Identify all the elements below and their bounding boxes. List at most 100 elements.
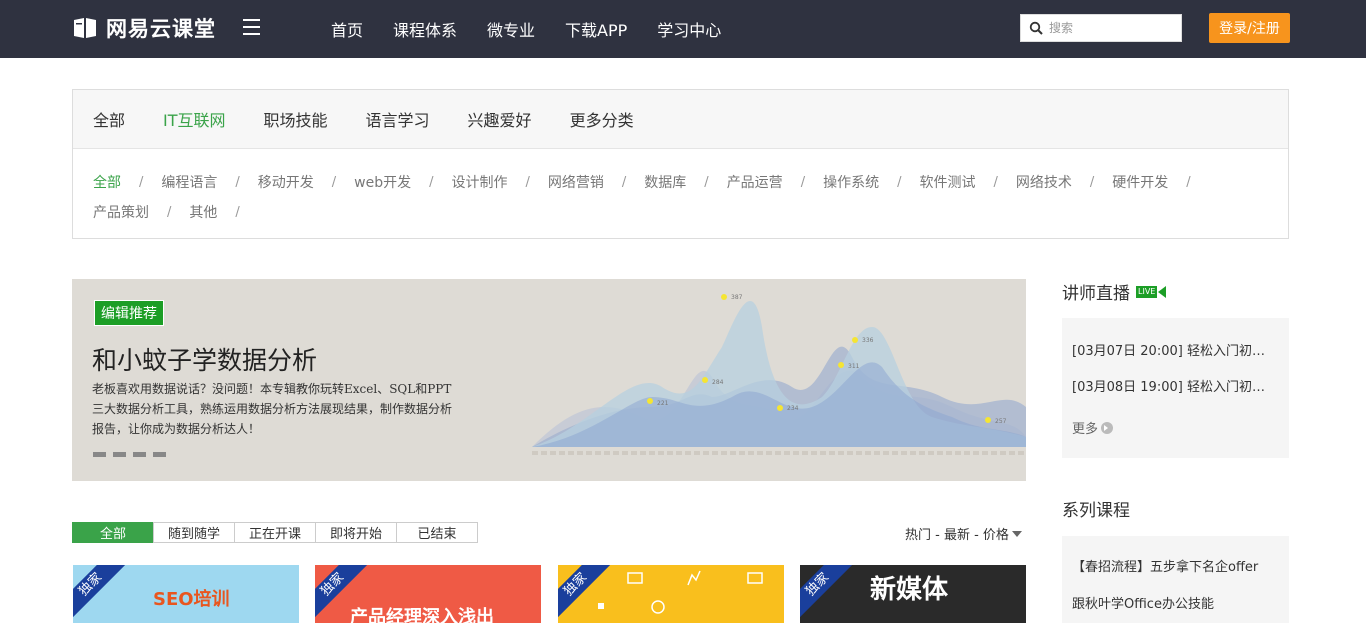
carousel-dot[interactable] <box>133 452 146 457</box>
main-categories: 全部 IT互联网 职场技能 语言学习 兴趣爱好 更多分类 <box>73 90 1288 149</box>
chart-point-label: 221 <box>657 400 669 407</box>
live-item[interactable]: [03月08日 19:00] 轻松入门初级会计 <box>1072 376 1272 395</box>
tab-ongoing[interactable]: 正在开课 <box>234 522 316 543</box>
separator: / <box>621 175 627 190</box>
tab-ended[interactable]: 已结束 <box>396 522 478 543</box>
nav-micro-major[interactable]: 微专业 <box>487 17 535 41</box>
subcat-item[interactable]: 软件测试 <box>919 168 975 198</box>
sort-label: 热门 - 最新 - 价格 <box>905 528 1009 543</box>
separator: / <box>1089 175 1095 190</box>
nav-course-system[interactable]: 课程体系 <box>393 17 457 41</box>
course-card-title: 新媒体 <box>870 575 949 605</box>
nav-learning-center[interactable]: 学习中心 <box>657 17 721 41</box>
chart-point-label: 387 <box>731 294 743 301</box>
sort-options[interactable]: 热门 - 最新 - 价格 <box>905 524 1022 543</box>
more-label: 更多 <box>1072 422 1099 437</box>
chart-point-label: 257 <box>995 418 1007 425</box>
chart-point <box>647 398 653 404</box>
category-panel: 全部 IT互联网 职场技能 语言学习 兴趣爱好 更多分类 全部 / 编程语言 / 移… <box>72 89 1289 239</box>
subcat-item[interactable]: 数据库 <box>644 168 686 198</box>
category-workplace[interactable]: 职场技能 <box>264 107 328 131</box>
subcat-item[interactable]: 网络技术 <box>1016 168 1072 198</box>
tab-upcoming[interactable]: 即将开始 <box>315 522 397 543</box>
course-card[interactable]: SEO培训 独家 <box>73 565 299 623</box>
course-card[interactable]: 独家 <box>558 565 784 623</box>
chart-point <box>721 294 727 300</box>
separator: / <box>235 205 240 220</box>
separator: / <box>235 175 240 190</box>
live-badge-label: LIVE <box>1136 285 1158 298</box>
subcat-item[interactable]: 操作系统 <box>823 168 879 198</box>
category-more[interactable]: 更多分类 <box>570 107 634 131</box>
hamburger-menu-icon[interactable] <box>243 19 260 35</box>
series-list: 【春招流程】五步拿下名企offer 跟秋叶学Office办公技能 <box>1062 536 1289 623</box>
chart-point-label: 284 <box>712 379 724 386</box>
category-it-internet[interactable]: IT互联网 <box>163 107 226 131</box>
separator: / <box>993 175 998 190</box>
subcat-item[interactable]: 网络营销 <box>548 168 604 198</box>
separator: / <box>525 175 530 190</box>
search-box <box>1020 14 1182 42</box>
course-filter-tabs: 全部 随到随学 正在开课 即将开始 已结束 <box>72 522 478 543</box>
separator: / <box>704 175 709 190</box>
subcat-item[interactable]: 编程语言 <box>161 168 217 198</box>
chart-point <box>838 362 844 368</box>
separator: / <box>429 175 434 190</box>
logo-text: 网易云课堂 <box>106 17 216 41</box>
subcat-item[interactable]: 产品运营 <box>727 168 783 198</box>
login-register-button[interactable]: 登录/注册 <box>1209 13 1290 43</box>
series-item[interactable]: 【春招流程】五步拿下名企offer <box>1072 556 1282 575</box>
live-section-title: 讲师直播 LIVE <box>1062 279 1167 304</box>
separator: / <box>167 205 172 220</box>
subcat-item[interactable]: 硬件开发 <box>1112 168 1168 198</box>
chart-point <box>777 405 783 411</box>
banner-chart-illustration: 221 284 387 234 311 336 257 <box>532 294 1026 455</box>
logo[interactable]: 网易云课堂 <box>72 13 216 43</box>
course-card-title: 产品经理深入浅出 <box>350 607 494 623</box>
exclusive-ribbon: 独家 <box>800 565 854 621</box>
arrow-right-icon <box>1101 421 1114 434</box>
banner-description: 老板喜欢用数据说话？没问题！本专辑教你玩转Excel、SQL和PPT三大数据分析… <box>92 382 453 436</box>
subcat-item[interactable]: 其他 <box>189 198 217 228</box>
carousel-dot[interactable] <box>153 452 166 457</box>
nav-download-app[interactable]: 下载APP <box>565 17 627 41</box>
carousel-dot[interactable] <box>113 452 126 457</box>
subcat-item[interactable]: 全部 <box>93 168 121 198</box>
chart-point-label: 311 <box>848 363 860 370</box>
separator: / <box>800 175 806 190</box>
category-all[interactable]: 全部 <box>93 107 125 131</box>
exclusive-ribbon: 独家 <box>73 565 127 621</box>
chart-point <box>852 337 858 343</box>
featured-banner[interactable]: 编辑推荐 和小蚊子学数据分析 老板喜欢用数据说话？没问题！本专辑教你玩转Exce… <box>72 279 1026 481</box>
tab-anytime[interactable]: 随到随学 <box>153 522 235 543</box>
chart-point-label: 336 <box>862 337 874 344</box>
tab-all[interactable]: 全部 <box>72 522 154 543</box>
carousel-dots <box>93 452 173 457</box>
separator: / <box>897 175 902 190</box>
category-language[interactable]: 语言学习 <box>366 107 430 131</box>
caret-down-icon <box>1011 530 1022 537</box>
carousel-dot[interactable] <box>93 452 106 457</box>
banner-title: 和小蚊子学数据分析 <box>92 346 318 375</box>
category-hobby[interactable]: 兴趣爱好 <box>468 107 532 131</box>
nav-home[interactable]: 首页 <box>331 17 363 41</box>
search-input[interactable] <box>1049 21 1169 35</box>
subcat-item[interactable]: 产品策划 <box>93 198 149 228</box>
chart-point <box>985 417 991 423</box>
separator: / <box>139 175 144 190</box>
subcat-item[interactable]: 移动开发 <box>258 168 314 198</box>
live-item[interactable]: [03月07日 20:00] 轻松入门初级会计 <box>1072 340 1272 359</box>
main-nav: 首页 课程体系 微专业 下载APP 学习中心 <box>331 17 751 41</box>
chart-point <box>702 377 708 383</box>
more-link[interactable]: 更多 <box>1072 418 1114 437</box>
subcat-item[interactable]: 设计制作 <box>452 168 508 198</box>
course-card[interactable]: 产品经理深入浅出 独家 <box>315 565 541 623</box>
chart-point-label: 234 <box>787 405 799 412</box>
editor-pick-badge: 编辑推荐 <box>94 300 164 326</box>
series-item[interactable]: 跟秋叶学Office办公技能 <box>1072 593 1282 612</box>
sub-categories: 全部 / 编程语言 / 移动开发 / web开发 / 设计制作 / 网络营销 / 数据库 / … <box>73 149 1223 228</box>
course-card[interactable]: 新媒体 独家 <box>800 565 1026 623</box>
course-card-title: SEO培训 <box>153 589 230 610</box>
search-icon[interactable] <box>1029 21 1043 35</box>
subcat-item[interactable]: web开发 <box>354 168 411 198</box>
